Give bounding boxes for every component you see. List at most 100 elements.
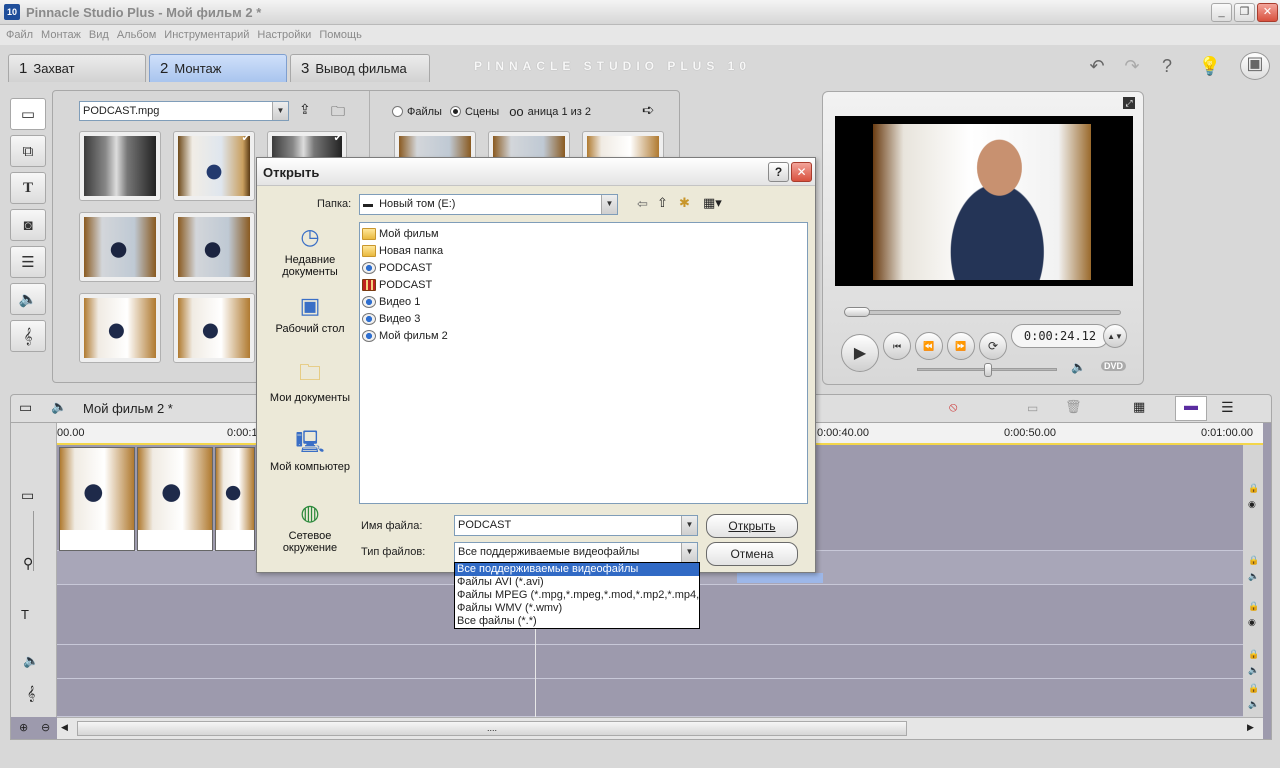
video-clip[interactable]	[215, 447, 255, 551]
eye-icon[interactable]: ◉	[1248, 499, 1256, 510]
list-item[interactable]: Видео 1	[362, 293, 805, 310]
tab-edit[interactable]: 2 Монтаж	[149, 54, 287, 82]
zoom-out-icon[interactable]: ⊖	[41, 721, 50, 734]
place-my-computer[interactable]: 🖳 Мой компьютер	[261, 429, 359, 494]
glasses-icon[interactable]: oo	[509, 104, 523, 119]
view-menu-icon[interactable]: ▦▾	[703, 195, 722, 211]
scene-thumbnail[interactable]	[173, 293, 255, 363]
trash-icon[interactable]: 🗑	[1065, 399, 1082, 415]
minimize-button[interactable]: _	[1211, 3, 1232, 22]
scene-thumbnail[interactable]: ✔	[173, 131, 255, 201]
scrubber-knob[interactable]	[844, 307, 870, 317]
dropdown-option[interactable]: Файлы AVI (*.avi)	[455, 576, 699, 589]
undo-icon[interactable]: ↶	[1085, 56, 1109, 78]
radio-scenes[interactable]	[449, 106, 461, 117]
menu-toolbox[interactable]: Инструментарий	[164, 29, 249, 41]
scroll-right-arrow[interactable]: ▶	[1247, 722, 1254, 733]
menu-edit[interactable]: Монтаж	[41, 29, 81, 41]
menu-view[interactable]: Вид	[89, 29, 109, 41]
list-item[interactable]: Мой фильм	[362, 225, 805, 242]
cancel-button[interactable]: Отмена	[706, 542, 798, 566]
list-item[interactable]: Новая папка	[362, 242, 805, 259]
mute-voiceover-icon[interactable]: ⦸	[949, 399, 957, 415]
menu-album[interactable]: Альбом	[117, 29, 156, 41]
speaker-icon[interactable]: 🔈	[1248, 571, 1259, 582]
lock-icon[interactable]: 🔒	[1248, 601, 1259, 612]
tab-make-movie[interactable]: 3 Вывод фильма	[290, 54, 430, 82]
lock-icon[interactable]: 🔒	[1248, 649, 1259, 660]
folder-combo[interactable]: ▬ Новый том (E:) ▼	[359, 194, 618, 215]
chevron-down-icon[interactable]: ▼	[272, 102, 288, 120]
radio-files[interactable]	[392, 106, 403, 117]
chevron-down-icon[interactable]: ▼	[601, 195, 617, 214]
eye-icon[interactable]: ◉	[1248, 617, 1256, 628]
folder-up-icon[interactable]: ⇪	[299, 101, 311, 118]
play-button[interactable]: ▶	[841, 334, 879, 372]
photos-icon[interactable]: ◙	[10, 209, 46, 241]
audio-clip[interactable]	[737, 573, 823, 583]
disc-icon[interactable]: ▣	[1240, 52, 1270, 80]
dropdown-option[interactable]: Все файлы (*.*)	[455, 615, 699, 628]
sound-effects-icon[interactable]: 🔈	[10, 283, 46, 315]
list-item[interactable]: PODCAST	[362, 259, 805, 276]
place-network[interactable]: ◍ Сетевое окружение	[261, 498, 359, 563]
dropdown-option[interactable]: Файлы MPEG (*.mpg,*.mpeg,*.mod,*.mp2,*.m…	[455, 589, 699, 602]
up-folder-icon[interactable]: ⇧	[657, 195, 668, 211]
place-desktop[interactable]: ▣ Рабочий стол	[261, 291, 359, 356]
chevron-down-icon[interactable]: ▼	[681, 516, 697, 535]
filename-input[interactable]: PODCAST ▼	[454, 515, 698, 536]
speaker-icon[interactable]: 🔈	[1248, 665, 1259, 676]
volume-knob[interactable]	[984, 363, 992, 377]
scroll-left-arrow[interactable]: ◀	[61, 722, 68, 733]
scroll-thumb[interactable]: ....	[77, 721, 907, 736]
loop-button[interactable]: ⟳	[979, 332, 1007, 360]
scrubber-bar[interactable]	[844, 307, 1121, 317]
timecode-display[interactable]: 0:00:24.12	[1011, 324, 1109, 348]
lightbulb-icon[interactable]: 💡	[1198, 56, 1222, 78]
timeline-view-icon[interactable]: ▬	[1175, 396, 1207, 421]
dialog-help-button[interactable]: ?	[768, 162, 789, 182]
sound-effects-track[interactable]	[57, 645, 1243, 679]
close-window-button[interactable]: ✕	[1257, 3, 1278, 22]
music-icon[interactable]: 𝄞	[10, 320, 46, 352]
help-icon[interactable]: ?	[1155, 56, 1179, 78]
scene-thumbnail[interactable]	[79, 131, 161, 201]
next-page-icon[interactable]: ➪	[642, 101, 655, 119]
video-scenes-icon[interactable]: ▭	[10, 98, 46, 130]
lock-icon[interactable]: 🔒	[1248, 483, 1259, 494]
razor-icon[interactable]: ▭	[1027, 401, 1038, 415]
dialog-close-button[interactable]: ✕	[791, 162, 812, 182]
timeline-scrollbar[interactable]: ⊕ ⊖ ◀ .... ▶	[19, 717, 1263, 739]
tab-capture[interactable]: 1 Захват	[8, 54, 146, 82]
redo-icon[interactable]: ↷	[1120, 56, 1144, 78]
titles-icon[interactable]: T	[10, 172, 46, 204]
dropdown-option[interactable]: Файлы WMV (*.wmv)	[455, 602, 699, 615]
place-my-documents[interactable]: 🗀 Мои документы	[261, 360, 359, 425]
transitions-icon[interactable]: ⧉	[10, 135, 46, 167]
go-to-start-button[interactable]: ⏮	[883, 332, 911, 360]
menu-settings[interactable]: Настройки	[257, 29, 311, 41]
rewind-button[interactable]: ⏪	[915, 332, 943, 360]
menus-icon[interactable]: ☰	[10, 246, 46, 278]
lock-icon[interactable]: 🔒	[1248, 555, 1259, 566]
maximize-button[interactable]: ❐	[1234, 3, 1255, 22]
video-clip[interactable]	[59, 447, 135, 551]
place-recent[interactable]: ◷ Недавние документы	[261, 222, 359, 287]
source-file-combo[interactable]: PODCAST.mpg ▼	[79, 101, 289, 121]
scene-thumbnail[interactable]	[79, 293, 161, 363]
list-item[interactable]: Видео 3	[362, 310, 805, 327]
file-list[interactable]: Мой фильм Новая папка PODCAST PODCAST Ви…	[359, 222, 808, 504]
zoom-in-icon[interactable]: ⊕	[19, 721, 28, 734]
dvd-button[interactable]: DVD	[1101, 361, 1127, 371]
music-track[interactable]	[57, 679, 1243, 717]
timecode-stepper[interactable]: ▲▼	[1103, 324, 1127, 348]
list-item[interactable]: PODCAST	[362, 276, 805, 293]
list-item[interactable]: Мой фильм 2	[362, 327, 805, 344]
dropdown-option[interactable]: Все поддерживаемые видеофайлы	[455, 563, 699, 576]
back-icon[interactable]: ⇦	[637, 196, 648, 212]
scene-thumbnail[interactable]	[79, 212, 161, 282]
scene-thumbnail[interactable]	[173, 212, 255, 282]
video-clip[interactable]	[137, 447, 213, 551]
open-button[interactable]: Открыть	[706, 514, 798, 538]
menu-file[interactable]: Файл	[6, 29, 33, 41]
